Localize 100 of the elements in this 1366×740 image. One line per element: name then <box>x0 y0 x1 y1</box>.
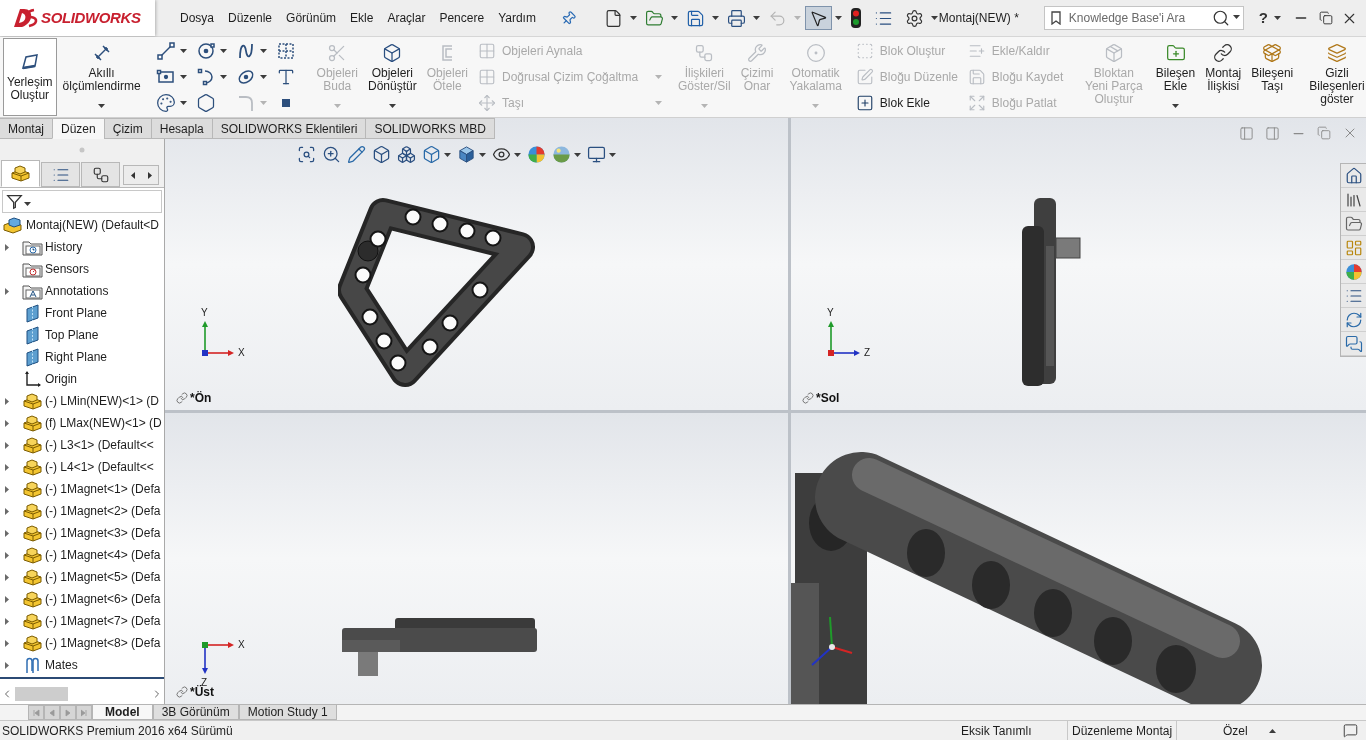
command-tab[interactable]: SOLIDWORKS Eklentileri <box>211 118 367 139</box>
tree-item[interactable]: Top Plane <box>45 326 99 344</box>
zoom-in-icon[interactable] <box>322 145 341 164</box>
ribbon-button[interactable]: Blok Ekle <box>853 91 962 115</box>
caret-icon[interactable] <box>629 16 637 20</box>
tree-item[interactable]: Front Plane <box>45 304 108 322</box>
ribbon-button[interactable]: Bileşen Ekle <box>1151 38 1200 116</box>
ribbon-button[interactable]: Bileşeni Taşı <box>1247 38 1298 116</box>
caret-icon[interactable] <box>711 16 719 20</box>
tree-item[interactable]: Sensors <box>45 260 90 278</box>
chat-bubbles-icon[interactable] <box>1344 334 1363 353</box>
ribbon-button[interactable]: Gizli Bileşenleri göster <box>1305 38 1366 116</box>
monitor-icon[interactable] <box>587 145 606 164</box>
command-tab[interactable]: Hesapla <box>150 118 213 139</box>
expand-triangle-icon[interactable] <box>5 243 9 251</box>
color-ball-icon[interactable] <box>1344 262 1363 281</box>
expand-triangle-icon[interactable] <box>5 485 9 493</box>
tree-item[interactable]: (-) 1Magnet<5> (Defa <box>45 568 161 586</box>
command-tab[interactable]: Montaj <box>0 118 54 139</box>
menu-item[interactable]: Araçlar <box>384 7 429 29</box>
stacked-cubes-icon[interactable] <box>397 145 416 164</box>
tree-item[interactable]: (-) LMin(NEW)<1> (D <box>45 392 159 410</box>
caret-icon[interactable] <box>514 152 521 157</box>
tree-item[interactable]: (-) 1Magnet<4> (Defa <box>45 546 161 564</box>
caret-icon[interactable] <box>1274 16 1281 20</box>
caret-icon[interactable] <box>1232 15 1240 19</box>
tree-item[interactable]: (f) LMax(NEW)<1> (D <box>45 414 162 432</box>
color-sphere-icon[interactable] <box>527 145 546 164</box>
expand-triangle-icon[interactable] <box>5 639 9 647</box>
cube-icon[interactable] <box>372 145 391 164</box>
menu-item[interactable]: Dosya <box>177 7 217 29</box>
menu-item[interactable]: Yardım <box>495 7 539 29</box>
left-triangle-icon[interactable] <box>130 171 135 179</box>
command-tab[interactable]: Düzen <box>52 118 105 139</box>
grip-dot-icon[interactable] <box>79 146 85 153</box>
expand-triangle-icon[interactable] <box>5 595 9 603</box>
caret-icon[interactable] <box>752 16 760 20</box>
expand-triangle-icon[interactable] <box>5 441 9 449</box>
menu-item[interactable]: Ekle <box>347 7 377 29</box>
caret-icon[interactable] <box>834 16 842 20</box>
expand-triangle-icon[interactable] <box>5 397 9 405</box>
eye-icon[interactable] <box>492 145 511 164</box>
tree-item[interactable]: (-) 1Magnet<1> (Defa <box>45 480 161 498</box>
tree-item[interactable]: History <box>45 238 83 256</box>
tree-item[interactable]: Mates <box>45 656 78 674</box>
tree-item[interactable]: (-) 1Magnet<8> (Defa <box>45 634 161 652</box>
expand-triangle-icon[interactable] <box>5 463 9 471</box>
pencil-icon[interactable] <box>347 145 366 164</box>
command-tab[interactable]: Çizim <box>103 118 152 139</box>
sheet-tab[interactable]: Model <box>92 705 153 720</box>
expand-triangle-icon[interactable] <box>5 661 9 669</box>
caret-icon[interactable] <box>574 152 581 157</box>
tree-item[interactable]: Montaj(NEW) (Default<D <box>26 216 160 234</box>
ribbon-button[interactable]: Objeleri Dönüştür <box>363 38 421 116</box>
menu-item[interactable]: Görünüm <box>283 7 340 29</box>
shaded-cube-icon[interactable] <box>457 145 476 164</box>
message-icon[interactable] <box>1343 723 1358 738</box>
ribbon-button[interactable]: Montaj İlişkisi <box>1201 38 1246 116</box>
sheet-tab[interactable]: Motion Study 1 <box>238 705 337 720</box>
restore-icon[interactable] <box>1319 11 1333 25</box>
ribbon-button[interactable]: Yerleşim Oluştur <box>3 38 57 116</box>
tree-item[interactable]: (-) L3<1> (Default<< <box>45 436 154 454</box>
expand-triangle-icon[interactable] <box>5 551 9 559</box>
tree-item[interactable]: Right Plane <box>45 348 108 366</box>
tree-item[interactable]: Annotations <box>45 282 109 300</box>
filter-field[interactable] <box>2 189 162 213</box>
panel-tab[interactable] <box>81 162 120 187</box>
menu-item[interactable]: Pencere <box>436 7 488 29</box>
refresh-icon[interactable] <box>1344 310 1363 329</box>
panel-tab[interactable] <box>41 162 80 187</box>
tree-item[interactable]: (-) 1Magnet<3> (Defa <box>45 524 161 542</box>
right-triangle-icon[interactable] <box>147 171 152 179</box>
scrollbar-thumb[interactable] <box>15 686 68 701</box>
expand-triangle-icon[interactable] <box>5 507 9 515</box>
search-icon[interactable] <box>1211 9 1230 27</box>
cube-icon[interactable] <box>422 145 441 164</box>
panel-tab[interactable] <box>1 160 40 187</box>
home-icon[interactable] <box>1344 166 1363 185</box>
caret-icon[interactable] <box>930 16 938 20</box>
help-button[interactable]: ? <box>1258 6 1268 30</box>
tree-item[interactable]: (-) 1Magnet<6> (Defa <box>45 590 161 608</box>
magnifier-frame-icon[interactable] <box>297 145 316 164</box>
caret-icon[interactable] <box>670 16 678 20</box>
caret-up-icon[interactable] <box>1269 728 1276 733</box>
ribbon-button[interactable]: Akıllı ölçümlendirme <box>58 38 145 116</box>
menu-item[interactable]: Düzenle <box>225 7 276 29</box>
tree-item[interactable]: Origin <box>45 370 77 388</box>
sheet-tab[interactable]: 3B Görünüm <box>152 705 239 720</box>
caret-icon[interactable] <box>444 152 451 157</box>
tree-item[interactable]: (-) 1Magnet<2> (Defa <box>45 502 161 520</box>
caret-icon[interactable] <box>609 152 616 157</box>
tab-scroll-buttons[interactable] <box>123 165 159 185</box>
tree-item[interactable]: (-) 1Magnet<7> (Defa <box>45 612 161 630</box>
caret-icon[interactable] <box>479 152 486 157</box>
expand-triangle-icon[interactable] <box>5 573 9 581</box>
expand-triangle-icon[interactable] <box>5 287 9 295</box>
expand-triangle-icon[interactable] <box>5 529 9 537</box>
search-field[interactable]: Knowledge Base'i Ara <box>1043 6 1244 30</box>
expand-triangle-icon[interactable] <box>5 419 9 427</box>
command-tab[interactable]: SOLIDWORKS MBD <box>365 118 495 139</box>
